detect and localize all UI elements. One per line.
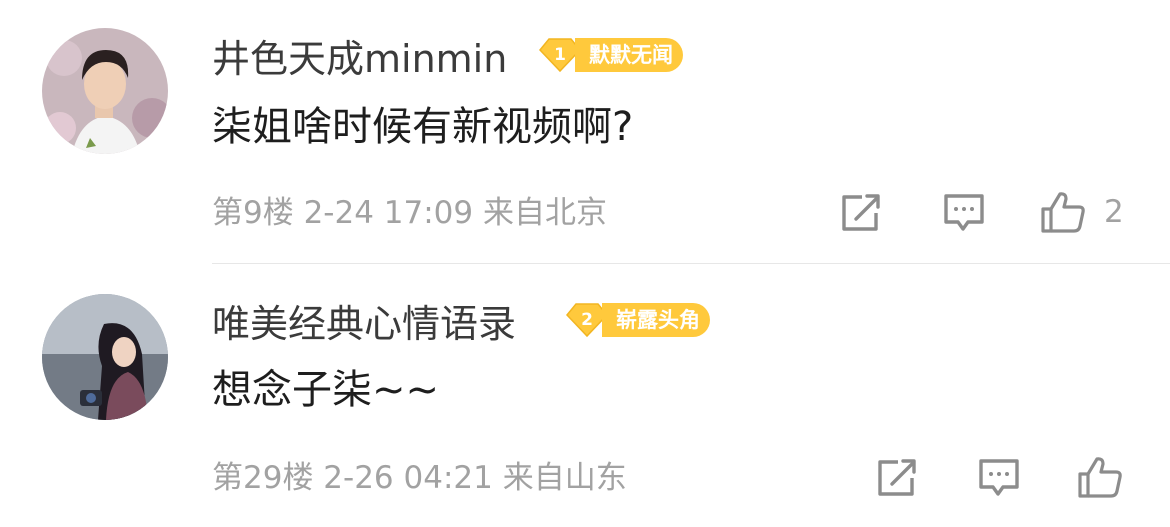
user-level-badge[interactable]: 1 默默无闻 xyxy=(539,37,683,73)
comment-text: 想念子柒~~ xyxy=(212,367,440,413)
comment-icon xyxy=(979,459,1019,496)
thumbs-up-icon xyxy=(1041,192,1085,233)
comment-item: 唯美经典心情语录 2 崭露头角 想念子柒~~ 第29楼 2-26 04:21 来… xyxy=(0,264,1170,527)
comment-meta: 第29楼 2-26 04:21 来自山东 xyxy=(212,460,627,496)
like-button[interactable]: 2 xyxy=(1040,190,1124,234)
like-count: 2 xyxy=(1104,194,1124,230)
reply-button[interactable] xyxy=(942,193,986,233)
comment-text: 柒姐啥时候有新视频啊? xyxy=(212,104,634,150)
badge-label: 崭露头角 xyxy=(602,303,710,337)
username[interactable]: 井色天成minmin xyxy=(212,37,507,81)
share-icon xyxy=(842,194,880,231)
badge-level: 2 xyxy=(581,310,593,330)
badge-level: 1 xyxy=(554,45,566,65)
user-level-badge[interactable]: 2 崭露头角 xyxy=(566,302,710,338)
badge-label: 默默无闻 xyxy=(575,38,683,72)
like-button[interactable] xyxy=(1077,455,1141,499)
thumbs-up-icon xyxy=(1078,457,1122,498)
avatar[interactable] xyxy=(42,28,168,154)
comment-meta: 第9楼 2-24 17:09 来自北京 xyxy=(212,195,607,231)
share-button[interactable] xyxy=(840,193,882,233)
reply-button[interactable] xyxy=(977,458,1021,498)
comment-icon xyxy=(944,194,984,231)
share-button[interactable] xyxy=(876,458,918,498)
comment-item: 井色天成minmin 1 默默无闻 柒姐啥时候有新视频啊? 第9楼 2-24 1… xyxy=(0,0,1170,263)
username[interactable]: 唯美经典心情语录 xyxy=(212,302,516,346)
share-icon xyxy=(878,459,916,496)
avatar[interactable] xyxy=(42,294,168,420)
